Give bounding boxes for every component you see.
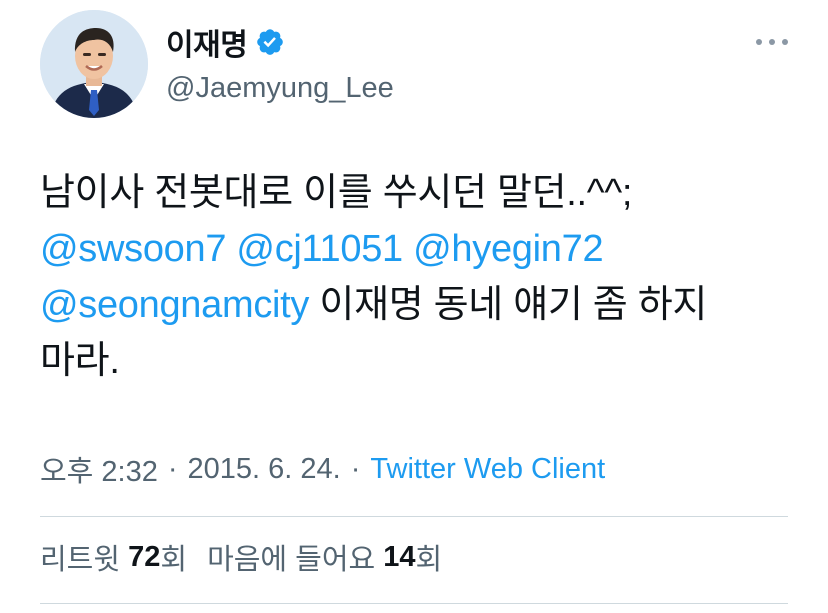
more-dot <box>769 39 775 45</box>
tweet-card: 이재명 @Jaemyung_Lee 남이사 전봇대로 이를 쑤시던 말던..^^… <box>0 0 828 613</box>
tweet-line: @seongnamcity 이재명 동네 얘기 좀 하지 <box>40 277 800 333</box>
tweet-stats: 리트윗 72 회 마음에 들어요 14 회 <box>40 536 442 578</box>
more-options-icon[interactable] <box>756 30 788 54</box>
more-dot <box>782 39 788 45</box>
meta-separator: · <box>350 452 361 485</box>
mention-link[interactable]: @seongnamcity <box>40 284 309 326</box>
retweet-stat[interactable]: 리트윗 72 회 <box>40 536 187 578</box>
display-name[interactable]: 이재명 <box>166 20 248 64</box>
tweet-source-link[interactable]: Twitter Web Client <box>370 453 605 486</box>
author-names: 이재명 @Jaemyung_Lee <box>166 20 394 105</box>
divider <box>40 516 788 517</box>
divider <box>40 603 788 604</box>
mention-link[interactable]: @hyegin72 <box>413 228 603 270</box>
like-count: 14 <box>383 540 416 573</box>
more-dot <box>756 39 762 45</box>
display-name-row: 이재명 <box>166 20 394 64</box>
tweet-line: @swsoon7 @cj11051 @hyegin72 <box>40 221 800 277</box>
retweet-label: 리트윗 <box>40 544 121 576</box>
avatar-portrait-image <box>40 10 148 118</box>
tweet-header: 이재명 @Jaemyung_Lee <box>40 10 394 118</box>
like-stat[interactable]: 마음에 들어요 14 회 <box>207 536 442 578</box>
author-handle[interactable]: @Jaemyung_Lee <box>166 72 394 105</box>
tweet-text: 남이사 전봇대로 이를 쑤시던 말던..^^; @swsoon7 @cj1105… <box>40 165 800 389</box>
meta-separator: · <box>167 452 178 485</box>
avatar[interactable] <box>40 10 148 118</box>
mention-link[interactable]: @swsoon7 <box>40 228 226 270</box>
tweet-meta: 오후 2:32 · 2015. 6. 24. · Twitter Web Cli… <box>40 448 605 490</box>
tweet-line: 마라. <box>40 340 120 382</box>
tweet-date[interactable]: 2015. 6. 24. <box>188 453 341 486</box>
tweet-time[interactable]: 오후 2:32 <box>40 448 158 490</box>
tweet-line: 남이사 전봇대로 이를 쑤시던 말던..^^; <box>40 172 633 214</box>
mention-link[interactable]: @cj11051 <box>236 228 403 270</box>
retweet-unit: 회 <box>160 544 188 576</box>
like-label: 마음에 들어요 <box>207 544 376 576</box>
verified-badge-icon <box>255 27 285 57</box>
retweet-count: 72 <box>128 540 161 573</box>
tweet-text-fragment: 이재명 동네 얘기 좀 하지 <box>319 284 708 326</box>
like-unit: 회 <box>415 544 443 576</box>
